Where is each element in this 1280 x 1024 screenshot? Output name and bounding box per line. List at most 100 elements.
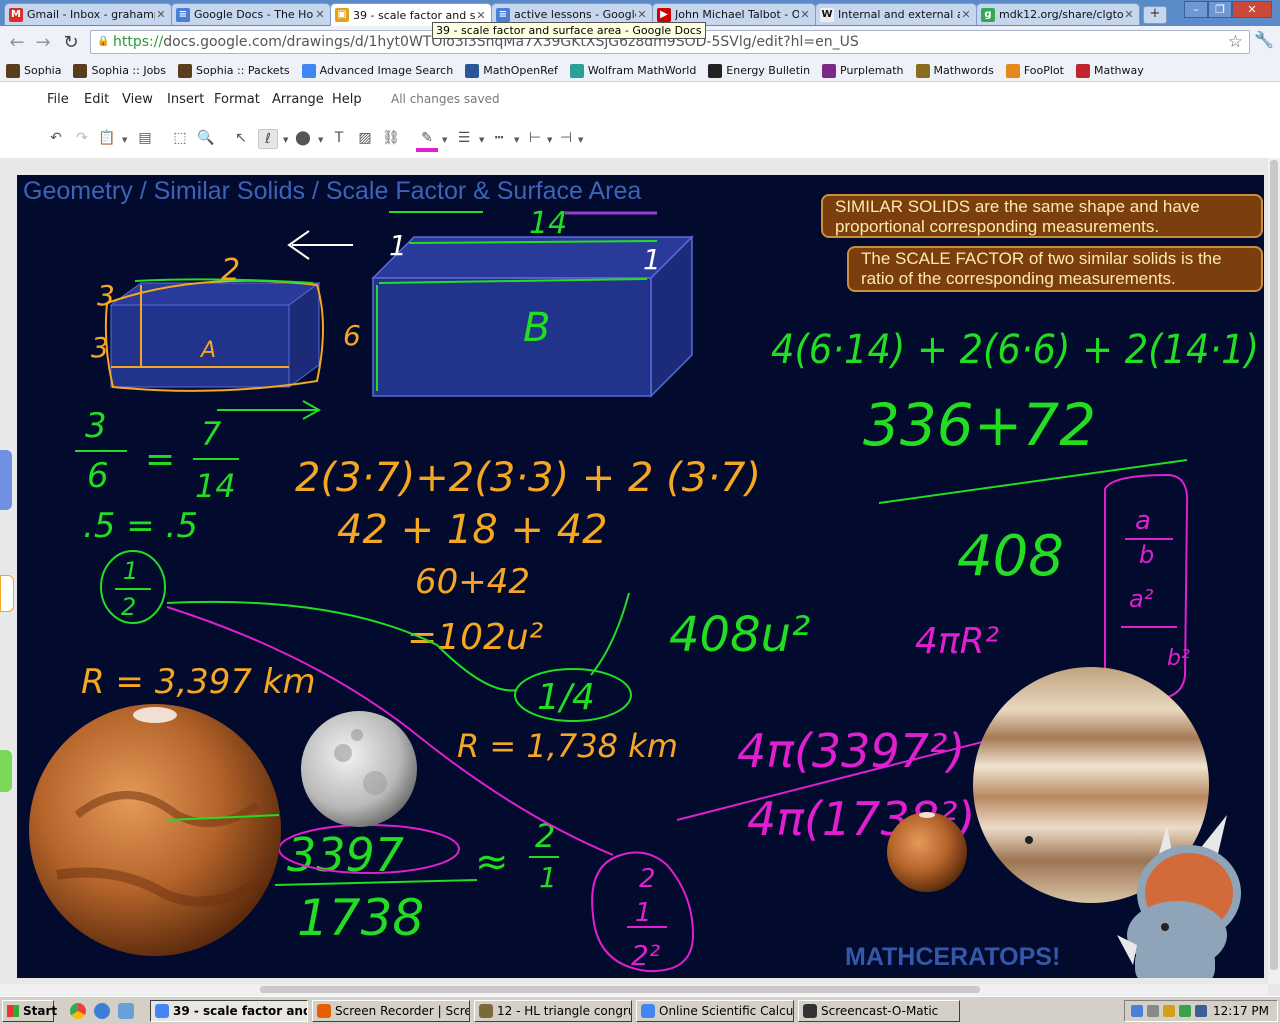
image-icon[interactable]: ▨ (356, 129, 374, 147)
tab-google-docs[interactable]: ≡ Google Docs - The Hopp ✕ (171, 3, 331, 25)
task-screen-recorder[interactable]: Screen Recorder | Scree... (312, 1000, 470, 1022)
bookmark-sophia-packets[interactable]: Sophia :: Packets (178, 63, 290, 78)
horizontal-scroll-thumb[interactable] (260, 986, 980, 993)
bookmark-energy-bulletin[interactable]: Energy Bulletin (708, 63, 810, 78)
line-dash-icon[interactable]: ┅ (490, 129, 508, 147)
chrome-icon[interactable] (70, 1003, 86, 1019)
svg-text:1: 1 (635, 898, 652, 928)
redo-icon[interactable]: ↷ (73, 129, 91, 147)
drawing-canvas[interactable]: Geometry / Similar Solids / Scale Factor… (17, 175, 1264, 978)
link-icon[interactable]: ⛓ (382, 129, 400, 147)
vertical-scroll-thumb[interactable] (1270, 160, 1278, 970)
gmail-icon: M (9, 7, 23, 22)
bookmark-label: Sophia :: Jobs (91, 64, 167, 77)
bookmark-mathway[interactable]: Mathway (1075, 63, 1144, 78)
shape-icon[interactable]: ⬤ (294, 129, 312, 147)
line-end-icon[interactable]: ⊣ (557, 129, 575, 147)
undo-icon[interactable]: ↶ (47, 129, 65, 147)
tab-title: Gmail - Inbox - grahamp (27, 8, 155, 21)
chevron-down-icon[interactable]: ▼ (442, 136, 447, 144)
paste-icon[interactable]: 📋 (98, 129, 116, 147)
circled-half: 1 2 (100, 550, 166, 624)
chevron-down-icon[interactable]: ▼ (514, 136, 519, 144)
scribble-icon[interactable]: ℓ (258, 129, 278, 149)
line-color-icon[interactable]: ✎ (418, 129, 436, 147)
paint-format-icon[interactable]: ▤ (136, 129, 154, 147)
text-box-icon[interactable]: T (330, 129, 348, 147)
tab-tooltip: 39 - scale factor and surface area - Goo… (432, 22, 706, 39)
bookmark-icon (708, 63, 723, 78)
tab-mdk12[interactable]: g mdk12.org/share/clgtoo ✕ (976, 3, 1140, 25)
side-panel-tab[interactable] (0, 450, 12, 510)
chevron-down-icon[interactable]: ▼ (122, 136, 127, 144)
task-calculator[interactable]: Online Scientific Calculat... (636, 1000, 794, 1022)
tab-wikipedia[interactable]: W Internal and external a ✕ (815, 3, 977, 25)
maximize-button[interactable]: ❐ (1208, 1, 1232, 18)
forward-icon[interactable]: → (32, 32, 54, 54)
update-icon[interactable] (1179, 1005, 1191, 1017)
circled-quarter: 1/4 (514, 668, 632, 722)
chevron-down-icon[interactable]: ▼ (578, 136, 583, 144)
shield-icon[interactable] (1163, 1005, 1175, 1017)
fit-icon[interactable]: ⬚ (171, 129, 189, 147)
star-icon[interactable]: ☆ (1228, 32, 1243, 52)
wikipedia-icon: W (820, 7, 834, 22)
chevron-down-icon[interactable]: ▼ (547, 136, 552, 144)
close-icon[interactable]: ✕ (799, 8, 811, 21)
bookmark-wolfram-mathworld[interactable]: Wolfram MathWorld (569, 63, 696, 78)
close-icon[interactable]: ✕ (155, 8, 167, 21)
line-start-icon[interactable]: ⊢ (526, 129, 544, 147)
wrench-icon[interactable]: 🔧 (1254, 30, 1274, 49)
close-icon[interactable]: ✕ (475, 9, 487, 22)
mathceratops-brand: MATHCERATOPS! (845, 943, 1061, 971)
close-icon[interactable]: ✕ (314, 8, 326, 21)
task-hl-triangle[interactable]: 12 - HL triangle congrue... (474, 1000, 632, 1022)
close-icon[interactable]: ✕ (960, 8, 972, 21)
bookmark-purplemath[interactable]: Purplemath (822, 63, 904, 78)
select-icon[interactable]: ↖ (232, 129, 250, 147)
network-icon[interactable] (1131, 1005, 1143, 1017)
monitor-icon[interactable] (1195, 1005, 1207, 1017)
ie-icon[interactable] (94, 1003, 110, 1019)
menu-insert[interactable]: Insert (167, 92, 204, 107)
bookmark-advanced-image-search[interactable]: Advanced Image Search (301, 63, 453, 78)
side-panel-tab[interactable] (0, 575, 14, 612)
window-close-button[interactable]: ✕ (1232, 1, 1272, 18)
menu-format[interactable]: Format (214, 92, 260, 107)
dim-3-b: 3 (91, 331, 109, 364)
ratio-equation: 3 6 = 7 14 (75, 406, 239, 505)
menu-view[interactable]: View (122, 92, 153, 107)
close-icon[interactable]: ✕ (636, 8, 648, 21)
bookmark-mathopenref[interactable]: MathOpenRef (465, 63, 558, 78)
menu-file[interactable]: File (47, 92, 69, 107)
tab-gmail[interactable]: M Gmail - Inbox - grahamp ✕ (4, 3, 172, 25)
task-screencast[interactable]: Screencast-O-Matic (798, 1000, 960, 1022)
line-weight-icon[interactable]: ☰ (455, 129, 473, 147)
chevron-down-icon[interactable]: ▼ (479, 136, 484, 144)
close-icon[interactable]: ✕ (1123, 8, 1135, 21)
reload-icon[interactable]: ↻ (60, 32, 82, 54)
bookmark-icon (73, 63, 88, 78)
desktop-icon[interactable] (118, 1003, 134, 1019)
chevron-down-icon[interactable]: ▼ (318, 136, 323, 144)
start-button[interactable]: Start (2, 1000, 57, 1022)
bookmark-mathwords[interactable]: Mathwords (915, 63, 994, 78)
bookmark-sophia[interactable]: Sophia (6, 63, 61, 78)
menu-edit[interactable]: Edit (84, 92, 109, 107)
volume-icon[interactable] (1147, 1005, 1159, 1017)
bookmark-fooplot[interactable]: FooPlot (1005, 63, 1064, 78)
zoom-icon[interactable]: 🔍 (197, 129, 215, 147)
chevron-down-icon[interactable]: ▼ (283, 136, 288, 144)
minimize-button[interactable]: – (1184, 1, 1208, 18)
arrow-right-icon (217, 400, 322, 420)
menu-arrange[interactable]: Arrange (272, 92, 324, 107)
bookmark-icon (822, 63, 837, 78)
new-tab-button[interactable]: + (1143, 6, 1167, 24)
task-scale-factor[interactable]: 39 - scale factor and ... (150, 1000, 308, 1022)
side-panel-tab[interactable] (0, 750, 12, 792)
bookmark-sophia-jobs[interactable]: Sophia :: Jobs (73, 63, 167, 78)
menu-help[interactable]: Help (332, 92, 362, 107)
svg-text:2: 2 (121, 593, 136, 621)
svg-text:1: 1 (123, 557, 138, 585)
back-icon[interactable]: ← (6, 32, 28, 54)
